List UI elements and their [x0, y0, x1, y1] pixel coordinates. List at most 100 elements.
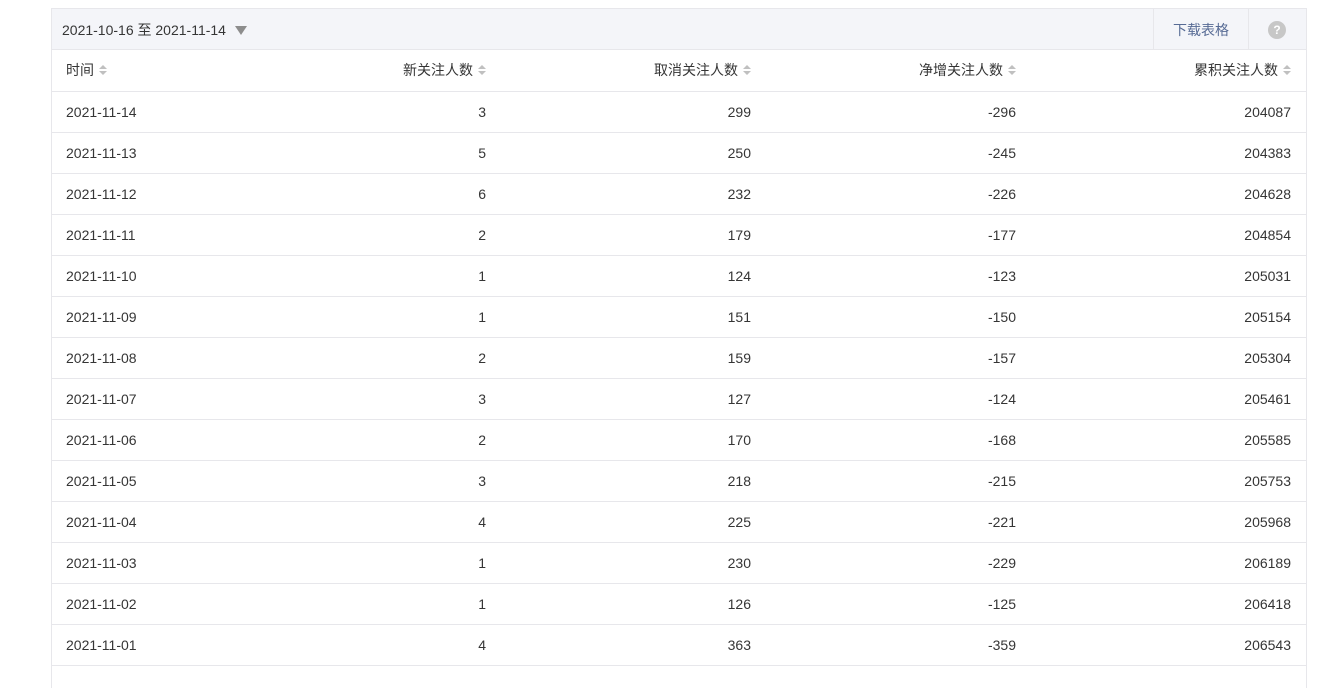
- cell-new-followers: 2: [232, 337, 497, 379]
- cell-new-followers: 3: [232, 91, 497, 133]
- column-header-unfollows[interactable]: 取消关注人数: [497, 50, 762, 92]
- cell-net-growth: -359: [762, 624, 1027, 666]
- cell-net-growth: -296: [762, 91, 1027, 133]
- table-toolbar: 2021-10-16 至 2021-11-14 下载表格 ?: [52, 9, 1306, 50]
- table-row: 2021-11-09 1 151 -150 205154: [52, 296, 1306, 338]
- column-header-time[interactable]: 时间: [52, 50, 232, 92]
- download-table-button[interactable]: 下载表格: [1153, 9, 1249, 50]
- cell-cumulative: 206189: [1027, 542, 1306, 584]
- cell-date: 2021-11-14: [52, 91, 232, 133]
- cell-cumulative: 204383: [1027, 132, 1306, 174]
- table-header-row: 时间 新关注人数 取消关注人数 净增关注人数 累积关注人数: [52, 50, 1306, 92]
- cell-new-followers: 3: [232, 378, 497, 420]
- cell-cumulative: 205154: [1027, 296, 1306, 338]
- table-row: 2021-11-05 3 218 -215 205753: [52, 460, 1306, 502]
- cell-net-growth: -123: [762, 255, 1027, 297]
- cell-cumulative: 204087: [1027, 91, 1306, 133]
- sort-icon: [478, 65, 486, 76]
- cell-date: 2021-11-11: [52, 214, 232, 256]
- cell-unfollows: 230: [497, 542, 762, 584]
- table-row: 2021-11-04 4 225 -221 205968: [52, 501, 1306, 543]
- cell-unfollows: 225: [497, 501, 762, 543]
- cell-new-followers: 1: [232, 542, 497, 584]
- cell-net-growth: -168: [762, 419, 1027, 461]
- column-header-net-growth[interactable]: 净增关注人数: [762, 50, 1027, 92]
- caret-down-icon: [234, 25, 247, 35]
- cell-net-growth: -245: [762, 132, 1027, 174]
- table-row: 2021-11-10 1 124 -123 205031: [52, 255, 1306, 297]
- cell-cumulative: 205031: [1027, 255, 1306, 297]
- cell-new-followers: 6: [232, 173, 497, 215]
- cell-unfollows: 151: [497, 296, 762, 338]
- cell-cumulative: 206418: [1027, 583, 1306, 625]
- column-header-label: 累积关注人数: [1194, 62, 1278, 79]
- cell-unfollows: 179: [497, 214, 762, 256]
- cell-net-growth: -229: [762, 542, 1027, 584]
- cell-new-followers: 4: [232, 501, 497, 543]
- cell-cumulative: 205461: [1027, 378, 1306, 420]
- column-header-cumulative[interactable]: 累积关注人数: [1027, 50, 1306, 92]
- column-header-label: 取消关注人数: [654, 62, 738, 79]
- cell-date: 2021-11-02: [52, 583, 232, 625]
- cell-new-followers: 1: [232, 255, 497, 297]
- cell-new-followers: 3: [232, 460, 497, 502]
- date-range-picker[interactable]: 2021-10-16 至 2021-11-14: [62, 9, 247, 50]
- cell-unfollows: 126: [497, 583, 762, 625]
- cell-date: 2021-11-10: [52, 255, 232, 297]
- table-row: 2021-11-01 4 363 -359 206543: [52, 624, 1306, 666]
- cell-unfollows: 159: [497, 337, 762, 379]
- cell-unfollows: 218: [497, 460, 762, 502]
- column-header-label: 净增关注人数: [919, 62, 1003, 79]
- column-header-label: 新关注人数: [403, 62, 473, 79]
- cell-cumulative: 205585: [1027, 419, 1306, 461]
- cell-unfollows: 170: [497, 419, 762, 461]
- table-row: 2021-11-11 2 179 -177 204854: [52, 214, 1306, 256]
- cell-date: 2021-11-03: [52, 542, 232, 584]
- cell-new-followers: 4: [232, 624, 497, 666]
- cell-date: 2021-11-05: [52, 460, 232, 502]
- cell-new-followers: 1: [232, 583, 497, 625]
- table-row: 2021-11-14 3 299 -296 204087: [52, 91, 1306, 133]
- sort-icon: [1008, 65, 1016, 76]
- data-table-panel: 2021-10-16 至 2021-11-14 下载表格 ? 时间 新关注人数 …: [51, 8, 1307, 688]
- help-icon[interactable]: ?: [1268, 21, 1286, 39]
- cell-net-growth: -150: [762, 296, 1027, 338]
- sort-icon: [1283, 65, 1291, 76]
- column-header-new-followers[interactable]: 新关注人数: [232, 50, 497, 92]
- data-table: 时间 新关注人数 取消关注人数 净增关注人数 累积关注人数 2021-11-14…: [52, 50, 1306, 666]
- cell-net-growth: -125: [762, 583, 1027, 625]
- cell-date: 2021-11-09: [52, 296, 232, 338]
- cell-new-followers: 2: [232, 214, 497, 256]
- cell-cumulative: 205304: [1027, 337, 1306, 379]
- cell-date: 2021-11-06: [52, 419, 232, 461]
- table-row: 2021-11-07 3 127 -124 205461: [52, 378, 1306, 420]
- cell-unfollows: 127: [497, 378, 762, 420]
- table-row: 2021-11-08 2 159 -157 205304: [52, 337, 1306, 379]
- sort-icon: [99, 65, 107, 76]
- table-row: 2021-11-03 1 230 -229 206189: [52, 542, 1306, 584]
- cell-new-followers: 5: [232, 132, 497, 174]
- cell-unfollows: 299: [497, 91, 762, 133]
- cell-date: 2021-11-08: [52, 337, 232, 379]
- cell-unfollows: 250: [497, 132, 762, 174]
- table-row: 2021-11-02 1 126 -125 206418: [52, 583, 1306, 625]
- table-row: 2021-11-13 5 250 -245 204383: [52, 132, 1306, 174]
- cell-unfollows: 232: [497, 173, 762, 215]
- cell-net-growth: -157: [762, 337, 1027, 379]
- cell-date: 2021-11-01: [52, 624, 232, 666]
- cell-date: 2021-11-12: [52, 173, 232, 215]
- cell-date: 2021-11-13: [52, 132, 232, 174]
- table-body: 2021-11-14 3 299 -296 204087 2021-11-13 5 250 -2…: [52, 91, 1306, 666]
- table-row: 2021-11-06 2 170 -168 205585: [52, 419, 1306, 461]
- cell-date: 2021-11-07: [52, 378, 232, 420]
- cell-net-growth: -177: [762, 214, 1027, 256]
- cell-unfollows: 363: [497, 624, 762, 666]
- cell-cumulative: 205753: [1027, 460, 1306, 502]
- cell-cumulative: 204628: [1027, 173, 1306, 215]
- cell-new-followers: 1: [232, 296, 497, 338]
- table-row: 2021-11-12 6 232 -226 204628: [52, 173, 1306, 215]
- sort-icon: [743, 65, 751, 76]
- cell-date: 2021-11-04: [52, 501, 232, 543]
- cell-cumulative: 204854: [1027, 214, 1306, 256]
- column-header-label: 时间: [66, 62, 94, 79]
